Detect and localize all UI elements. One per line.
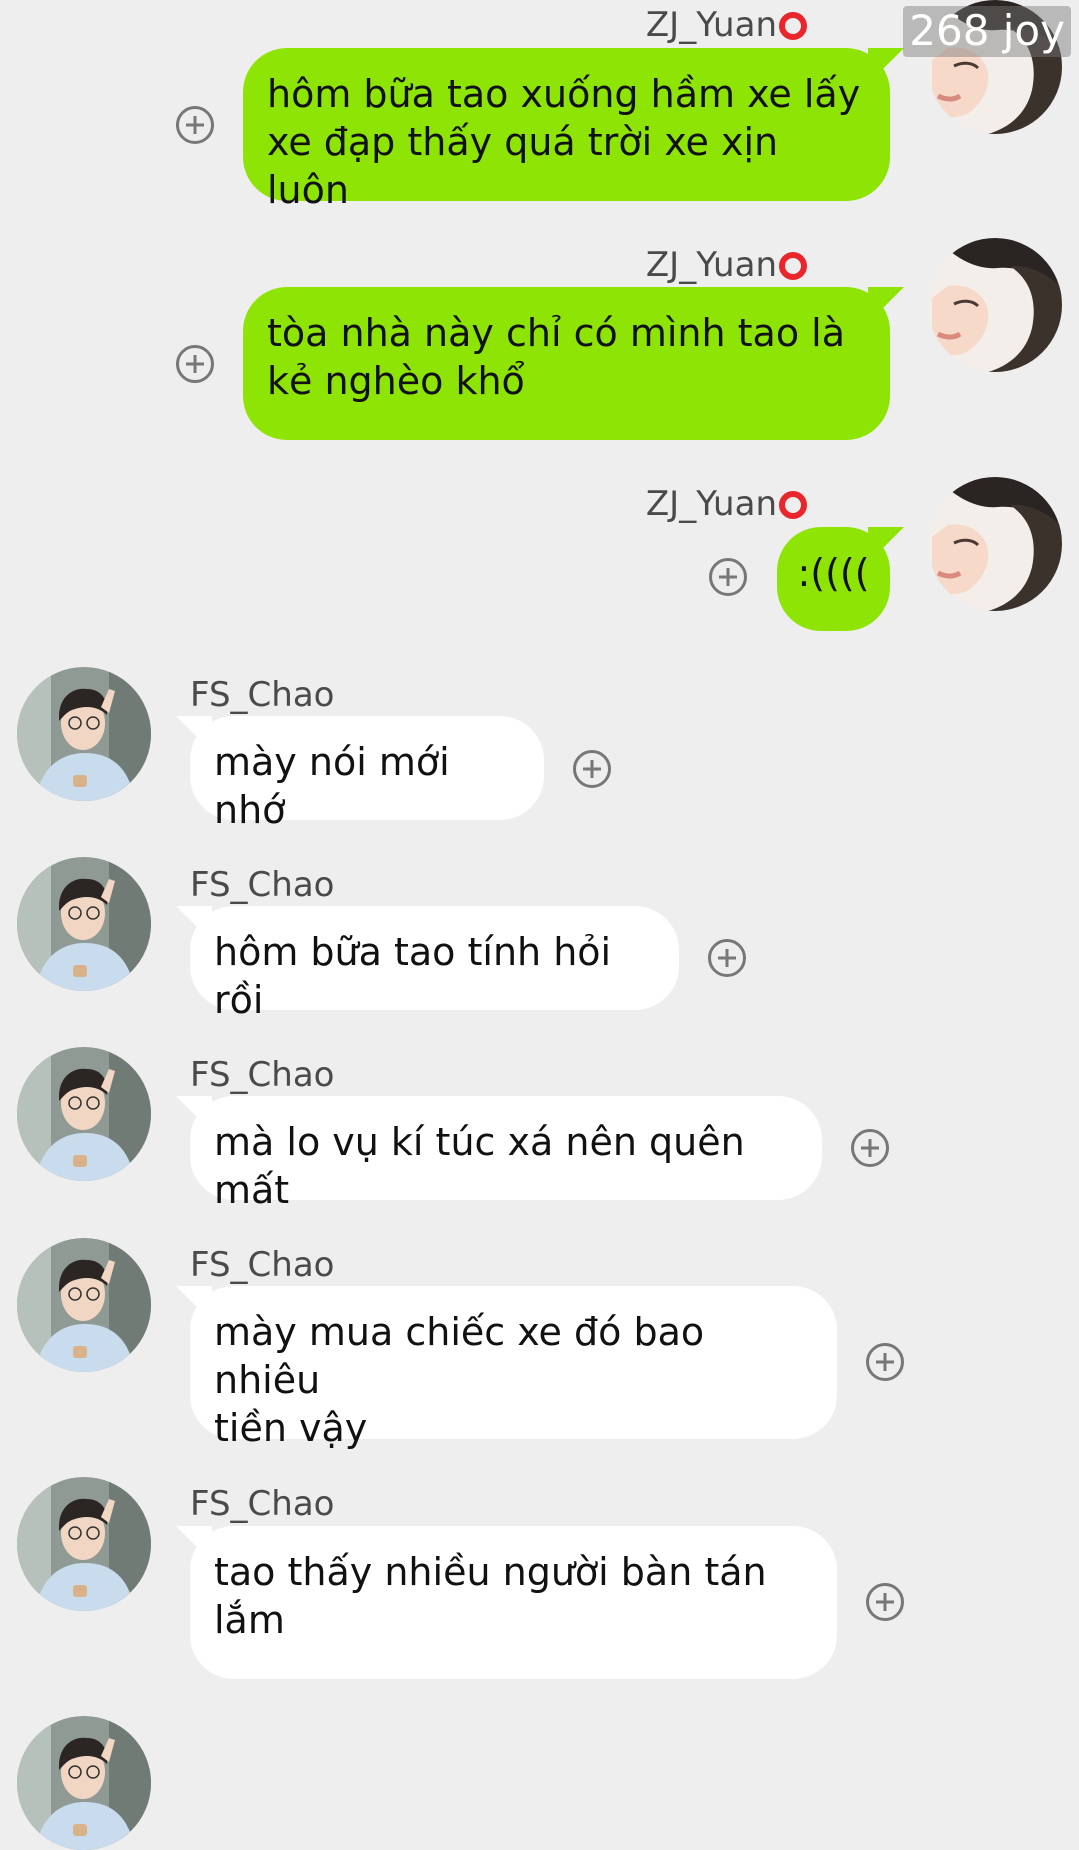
sender-name: ZJ_Yuan <box>646 8 807 42</box>
message-text: hôm bữa tao xuống hầm xe lấy <box>267 72 861 116</box>
message-text: lắm <box>214 1598 285 1642</box>
sender-name: FS_Chao <box>190 1484 335 1524</box>
message-bubble[interactable]: mày nói mới nhớ <box>190 716 544 832</box>
add-reaction-icon[interactable] <box>708 939 746 977</box>
avatar[interactable] <box>17 1238 151 1372</box>
sender-name: ZJ_Yuan <box>646 248 807 282</box>
message-text: tao thấy nhiều người bàn tán <box>214 1550 767 1594</box>
message-bubble[interactable]: :(((( <box>777 527 890 631</box>
add-reaction-icon[interactable] <box>866 1343 904 1381</box>
avatar[interactable] <box>17 1477 151 1611</box>
message-bubble[interactable]: mà lo vụ kí túc xá nên quên mất <box>190 1096 822 1212</box>
sender-name: FS_Chao <box>190 1245 335 1285</box>
message-text: hôm bữa tao tính hỏi rồi <box>214 930 612 1022</box>
joy-counter: 268 joy <box>903 6 1071 57</box>
avatar[interactable] <box>17 1047 151 1181</box>
message-text: tòa nhà này chỉ có mình tao là <box>267 311 845 355</box>
add-reaction-icon[interactable] <box>573 750 611 788</box>
sender-name: FS_Chao <box>190 865 335 905</box>
message-bubble[interactable]: mày mua chiếc xe đó bao nhiêu tiền vậy <box>190 1286 837 1450</box>
message-text: mà lo vụ kí túc xá nên quên mất <box>214 1120 745 1212</box>
add-reaction-icon[interactable] <box>176 345 214 383</box>
message-bubble[interactable]: hôm bữa tao xuống hầm xe lấy xe đạp thấy… <box>243 48 890 212</box>
add-reaction-icon[interactable] <box>851 1129 889 1167</box>
status-ring-icon <box>779 12 807 40</box>
avatar[interactable] <box>17 857 151 991</box>
sender-name: ZJ_Yuan <box>646 487 807 521</box>
avatar[interactable] <box>928 238 1062 372</box>
status-ring-icon <box>779 252 807 280</box>
sender-name: FS_Chao <box>190 675 335 715</box>
message-text: mày mua chiếc xe đó bao nhiêu <box>214 1310 705 1402</box>
message-text: kẻ nghèo khổ <box>267 359 525 403</box>
message-text: xe đạp thấy quá trời xe xịn luôn <box>267 120 779 212</box>
status-ring-icon <box>779 491 807 519</box>
add-reaction-icon[interactable] <box>176 106 214 144</box>
message-text: :(((( <box>797 551 870 595</box>
avatar[interactable] <box>928 477 1062 611</box>
add-reaction-icon[interactable] <box>866 1583 904 1621</box>
avatar[interactable] <box>17 667 151 801</box>
message-bubble[interactable]: tao thấy nhiều người bàn tán lắm <box>190 1526 837 1679</box>
avatar[interactable] <box>17 1716 151 1850</box>
message-bubble[interactable]: tòa nhà này chỉ có mình tao là kẻ nghèo … <box>243 287 890 440</box>
message-text: mày nói mới nhớ <box>214 740 450 832</box>
message-text: tiền vậy <box>214 1406 368 1450</box>
message-bubble[interactable]: hôm bữa tao tính hỏi rồi <box>190 906 679 1022</box>
add-reaction-icon[interactable] <box>709 558 747 596</box>
sender-name: FS_Chao <box>190 1055 335 1095</box>
